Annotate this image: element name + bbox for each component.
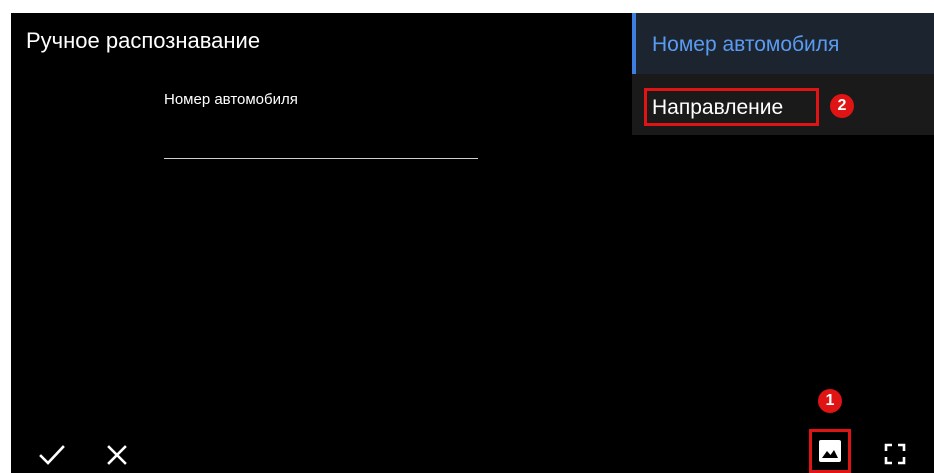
confirm-button[interactable] — [37, 440, 67, 470]
annotation-badge-1: 1 — [818, 389, 842, 413]
tab-plate-number-label: Номер автомобиля — [652, 33, 840, 56]
cancel-button[interactable] — [103, 441, 131, 469]
fullscreen-icon — [884, 443, 906, 465]
annotation-badge-2: 2 — [830, 94, 854, 118]
tab-plate-number[interactable]: Номер автомобиля — [632, 13, 934, 74]
tab-direction[interactable]: Направление — [644, 88, 819, 126]
check-icon — [39, 445, 65, 465]
fullscreen-button[interactable] — [881, 440, 909, 468]
close-icon — [107, 445, 127, 465]
dialog-title: Ручное распознавание — [26, 28, 261, 53]
side-menu: Номер автомобиля Направление 2 — [632, 13, 934, 135]
tab-direction-label: Направление — [652, 96, 784, 119]
plate-number-input[interactable] — [164, 133, 478, 159]
plate-number-label: Номер автомобиля — [164, 91, 298, 108]
recognition-dialog: Ручное распознавание Номер автомобиля Но… — [11, 13, 934, 473]
image-icon — [819, 440, 841, 462]
image-button[interactable] — [809, 429, 851, 473]
